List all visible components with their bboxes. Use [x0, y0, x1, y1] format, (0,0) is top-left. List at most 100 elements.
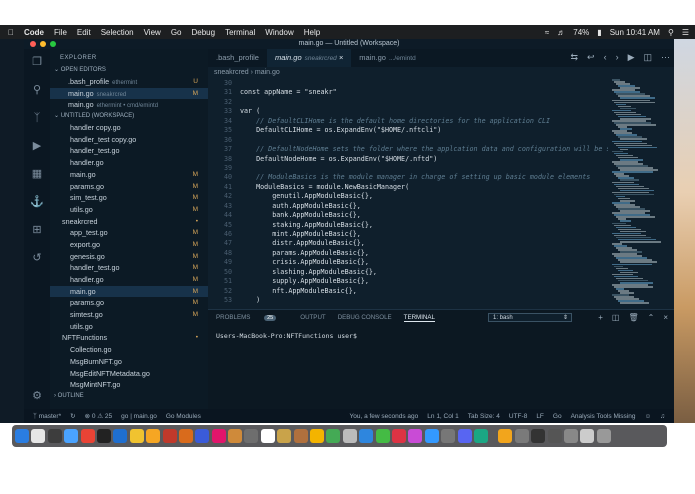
sketch-icon[interactable] [129, 429, 144, 443]
encoding[interactable]: UTF-8 [509, 413, 527, 420]
tree-folder[interactable]: sneakrcred • [50, 216, 208, 228]
workspace-section[interactable]: ⌄ UNTITLED (WORKSPACE) [50, 111, 208, 122]
line-ending[interactable]: LF [536, 413, 544, 420]
tree-file[interactable]: export.go M [50, 239, 208, 251]
live-share-icon[interactable]: ↺ [30, 251, 44, 265]
code-line[interactable]: 52 nft.AppModuleBasic{}, [208, 287, 608, 296]
search-icon[interactable]: ⚲ [668, 28, 674, 37]
minimap[interactable] [608, 79, 672, 307]
tree-file[interactable]: MsgBurnNFT.go [50, 356, 208, 368]
extensions-icon[interactable]: ▦ [30, 167, 44, 181]
git-blame[interactable]: You, a few seconds ago [349, 413, 418, 420]
search-icon[interactable]: ⚲ [30, 83, 44, 97]
tab-size[interactable]: Tab Size: 4 [468, 413, 500, 420]
github-icon[interactable] [244, 429, 259, 443]
firefox-icon[interactable] [178, 429, 193, 443]
trash-icon[interactable]: 🗑 [628, 313, 638, 322]
volume-icon[interactable]: ♬ [557, 28, 565, 37]
go-modules-indicator[interactable]: Go Modules [166, 413, 201, 420]
menu-edit[interactable]: Edit [77, 28, 91, 37]
archive-icon[interactable] [277, 429, 292, 443]
tree-file[interactable]: simtest.go M [50, 309, 208, 321]
terminal-icon[interactable] [96, 429, 111, 443]
tree-file[interactable]: handler copy.go [50, 122, 208, 134]
safari-icon[interactable] [64, 429, 79, 443]
adobe-xd-icon[interactable] [228, 429, 243, 443]
maximize-panel-icon[interactable]: ⌃ [648, 313, 655, 322]
source-control-icon[interactable]: ᛉ [30, 111, 44, 125]
menu-file[interactable]: File [54, 28, 67, 37]
open-editors-section[interactable]: ⌄ OPEN EDITORS [50, 65, 208, 76]
go-back-icon[interactable]: ↩ [587, 52, 595, 63]
tree-file[interactable]: handler_test.go M [50, 262, 208, 274]
tree-file[interactable]: handler_test copy.go [50, 134, 208, 146]
open-editor-item[interactable]: main.go ethermint • cmd/emintd [50, 99, 208, 111]
code-line[interactable]: 43 auth.AppModuleBasic{}, [208, 202, 608, 211]
code-line[interactable]: 32 [208, 98, 608, 107]
open-editor-item[interactable]: main.go sneakrcred M [50, 87, 208, 100]
tree-file[interactable]: Collection.go [50, 344, 208, 356]
code-line[interactable]: 49 crisis.AppModuleBasic{}, [208, 258, 608, 267]
screen-icon[interactable] [514, 429, 529, 443]
code-line[interactable]: 40 // ModuleBasics is the module manager… [208, 173, 608, 182]
breadcrumb-file[interactable]: main.go [255, 69, 280, 76]
photos-icon[interactable] [162, 429, 177, 443]
code-line[interactable]: 53 ) [208, 296, 608, 305]
battery-icon[interactable]: ▮ [597, 28, 601, 37]
code-line[interactable]: 36 [208, 136, 608, 145]
menu-view[interactable]: View [144, 28, 161, 37]
tab-main-sneakrcred[interactable]: main.go sneakrcred × [266, 49, 352, 67]
tab-debug-console[interactable]: DEBUG CONSOLE [338, 314, 392, 322]
close-icon[interactable]: × [339, 53, 343, 62]
tree-file[interactable]: main.go M [50, 169, 208, 181]
tab-bash-profile[interactable]: .bash_profile [208, 49, 267, 67]
wifi-icon[interactable]: ≈ [545, 28, 549, 37]
itunes-icon[interactable] [408, 429, 423, 443]
messages-icon[interactable] [375, 429, 390, 443]
code-line[interactable]: 48 params.AppModuleBasic{}, [208, 249, 608, 258]
news-icon[interactable] [391, 429, 406, 443]
vpn-icon[interactable] [473, 429, 488, 443]
language-mode[interactable]: Go [553, 413, 562, 420]
tree-file[interactable]: params.go M [50, 181, 208, 193]
code-line[interactable]: 45 staking.AppModuleBasic{}, [208, 221, 608, 230]
code-line[interactable]: 34 // DefaultCLIHome is the default home… [208, 117, 608, 126]
tree-file[interactable]: handler.go [50, 157, 208, 169]
xcode-icon[interactable] [424, 429, 439, 443]
terminal-select[interactable]: 1: bash ⇕ [488, 313, 572, 322]
trash-icon[interactable] [596, 429, 611, 443]
explorer-icon[interactable]: ❐ [30, 55, 44, 69]
tab-terminal[interactable]: TERMINAL [403, 314, 435, 322]
code-line[interactable]: 30 [208, 79, 608, 88]
app-store-icon[interactable] [195, 429, 210, 443]
tab-output[interactable]: OUTPUT [300, 314, 325, 322]
more-actions-icon[interactable]: ⋯ [661, 52, 670, 63]
code-line[interactable]: 38 DefaultNodeHome = os.ExpandEnv("$HOME… [208, 155, 608, 164]
code-line[interactable]: 39 [208, 164, 608, 173]
code-line[interactable]: 51 supply.AppModuleBasic{}, [208, 277, 608, 286]
code-line[interactable]: 46 mint.AppModuleBasic{}, [208, 230, 608, 239]
finder-icon[interactable] [15, 429, 29, 443]
sync-icon[interactable]: ↻ [70, 412, 75, 420]
code-line[interactable]: 44 bank.AppModuleBasic{}, [208, 211, 608, 220]
code-editor[interactable]: 30 31 const appName = "sneakr" 32 33 var (34 … [208, 79, 608, 307]
tree-file[interactable]: sim_test.go M [50, 192, 208, 204]
textedit-icon[interactable] [260, 429, 275, 443]
code-line[interactable]: 50 slashing.AppModuleBasic{}, [208, 268, 608, 277]
menu-list-icon[interactable]: ☰ [682, 28, 689, 37]
bell-icon[interactable]: ♫ [660, 413, 665, 420]
tree-file[interactable]: MsgMintNFT.go [50, 379, 208, 391]
docker-icon[interactable]: ⚓ [30, 195, 44, 209]
menu-window[interactable]: Window [265, 28, 293, 37]
gear-icon[interactable]: ⚙ [30, 389, 44, 403]
tab-main-emintd[interactable]: main.go .../emintd [351, 49, 423, 67]
menu-help[interactable]: Help [304, 28, 320, 37]
calendar-icon[interactable] [310, 429, 325, 443]
window-icon[interactable] [531, 429, 546, 443]
outline-section[interactable]: › OUTLINE [50, 391, 208, 402]
code-line[interactable]: 37 // DefaultNodeHome sets the folder wh… [208, 145, 608, 154]
tab-problems[interactable]: PROBLEMS 25 [216, 314, 288, 322]
menu-go[interactable]: Go [171, 28, 182, 37]
vscode-icon[interactable] [113, 429, 128, 443]
code-line[interactable]: 31 const appName = "sneakr" [208, 88, 608, 97]
